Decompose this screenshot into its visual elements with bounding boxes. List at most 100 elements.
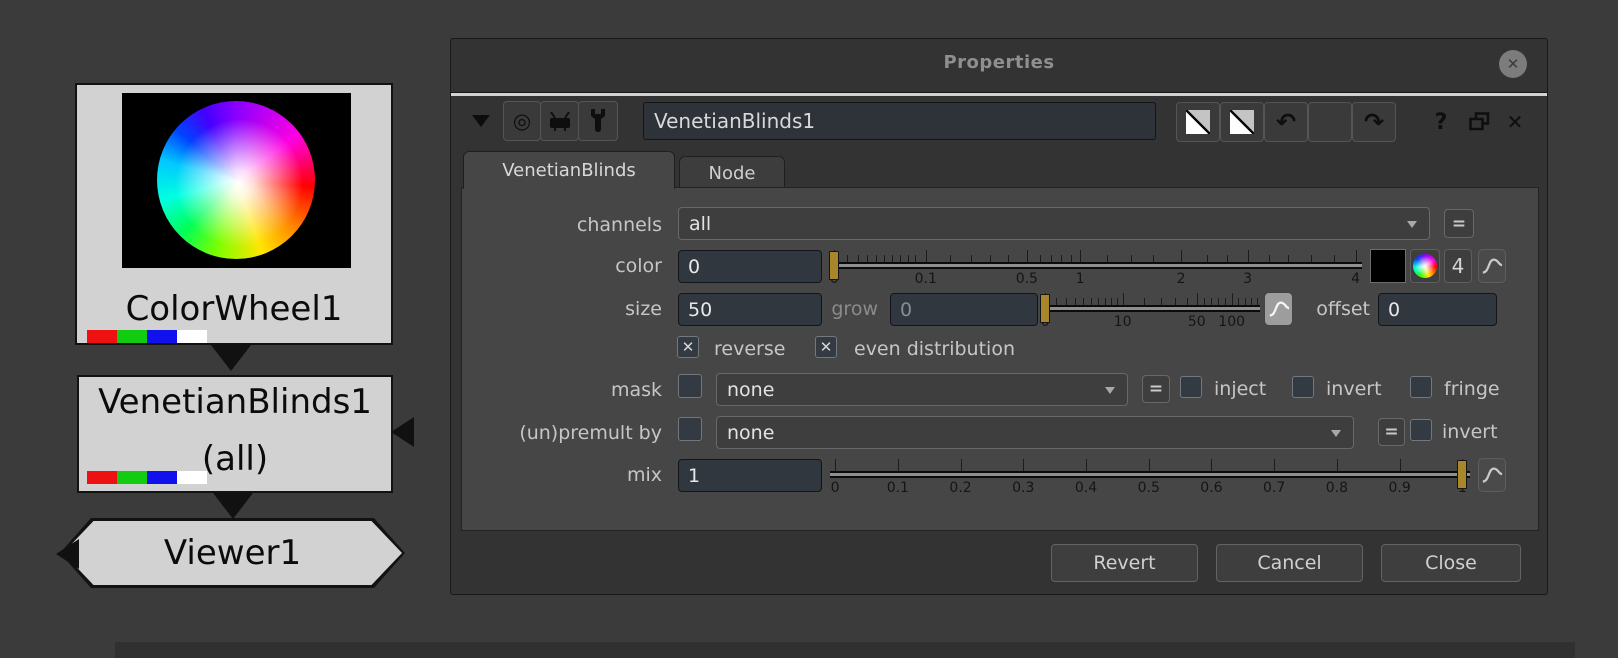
node-name-input[interactable] <box>643 102 1156 140</box>
mix-slider[interactable]: 00.10.20.30.40.50.60.70.80.91 <box>830 453 1470 497</box>
mix-animation-button[interactable] <box>1478 458 1506 492</box>
settings-wrench-button[interactable] <box>578 101 618 141</box>
node-menu-button[interactable] <box>461 101 501 141</box>
slider-tick <box>1122 293 1124 305</box>
color-swatch[interactable] <box>1370 249 1406 283</box>
channels-equals-button[interactable]: = <box>1444 209 1474 238</box>
undo-button[interactable]: ↶ <box>1264 102 1308 142</box>
slider-tick <box>1287 255 1289 262</box>
slider-tick-label: 0.2 <box>949 480 972 496</box>
premult-invert-checkbox[interactable] <box>1410 419 1432 441</box>
monitor-output-button[interactable] <box>540 101 579 141</box>
parameters-panel: channels all = color 0 0.1 0.5 1 2 3 4 4 <box>461 187 1539 531</box>
tab-node[interactable]: Node <box>679 156 785 189</box>
close-panel-button[interactable]: ✕ <box>1501 105 1529 139</box>
slider-tick <box>1050 255 1052 262</box>
channel-chip <box>177 471 207 484</box>
color-wheel-button[interactable] <box>1410 249 1440 283</box>
float-panel-button[interactable] <box>1469 112 1493 134</box>
slider-handle[interactable] <box>1457 460 1468 489</box>
slider-tick <box>1355 250 1357 262</box>
connector-arrow-down <box>213 493 253 519</box>
node-viewer[interactable]: Viewer1 <box>60 518 405 588</box>
close-button[interactable]: Close <box>1381 544 1521 582</box>
node-venetianblinds[interactable]: VenetianBlinds1 (all) <box>77 375 393 493</box>
slider-tick <box>1226 255 1228 262</box>
slider-tick <box>1144 298 1146 305</box>
slider-tick <box>915 255 917 262</box>
tab-venetianblinds[interactable]: VenetianBlinds <box>463 151 675 189</box>
color-sample-count-button[interactable]: 4 <box>1444 249 1472 283</box>
mask-input-arrow[interactable] <box>391 417 414 447</box>
premult-equals-button[interactable]: = <box>1378 418 1405 446</box>
invert-mask-checkbox[interactable] <box>1292 376 1314 398</box>
node-colorwheel[interactable]: ColorWheel1 <box>75 83 393 345</box>
spacer-button[interactable] <box>1308 102 1352 142</box>
even-distribution-checkbox[interactable]: ✕ <box>815 336 837 358</box>
slider-tick <box>1008 255 1010 262</box>
slider-tick <box>1203 298 1205 305</box>
channels-value: all <box>689 212 712 235</box>
slider-tick-label: 0.3 <box>1012 480 1035 496</box>
slider-tick <box>1238 298 1240 305</box>
channels-a-button[interactable] <box>1176 102 1220 142</box>
mask-dropdown[interactable]: none <box>716 373 1128 406</box>
cancel-button[interactable]: Cancel <box>1216 544 1363 582</box>
window-close-button[interactable]: ✕ <box>1499 50 1527 78</box>
slider-tick <box>970 255 972 262</box>
header-separator <box>451 92 1547 96</box>
mix-input[interactable] <box>678 459 822 492</box>
slider-handle[interactable] <box>829 251 840 280</box>
premult-value: none <box>727 421 775 444</box>
color-input[interactable] <box>678 250 822 283</box>
slider-tick <box>949 255 951 262</box>
color-animation-button[interactable] <box>1478 249 1506 283</box>
slider-tick <box>1336 459 1338 471</box>
channels-dropdown[interactable]: all <box>678 207 1430 240</box>
slider-track[interactable] <box>830 262 1362 269</box>
invert-mask-label: invert <box>1326 378 1382 400</box>
diagonal-swatch-icon <box>1230 110 1254 134</box>
slider-tick <box>1274 459 1276 471</box>
slider-tick <box>1074 298 1076 305</box>
slider-tick <box>1311 255 1313 262</box>
redo-button[interactable]: ↷ <box>1352 102 1396 142</box>
slider-tick-label: 1 <box>1075 271 1085 287</box>
grow-input[interactable] <box>890 293 1038 326</box>
slider-tick-label: 2 <box>1176 271 1186 287</box>
inject-checkbox[interactable] <box>1180 376 1202 398</box>
slider-handle[interactable] <box>1040 294 1051 323</box>
slider-tick <box>1174 298 1176 305</box>
slider-track[interactable] <box>830 471 1470 478</box>
mask-label: mask <box>610 379 662 401</box>
offset-input[interactable] <box>1378 293 1497 326</box>
center-node-button[interactable]: ◎ <box>503 101 541 141</box>
mask-checkbox[interactable] <box>678 374 702 398</box>
slider-tick <box>1104 298 1106 305</box>
grow-slider[interactable]: 01050100 <box>1040 287 1260 331</box>
slider-tick <box>907 255 909 262</box>
premult-dropdown[interactable]: none <box>716 416 1354 449</box>
mix-label: mix <box>626 464 662 486</box>
reverse-checkbox[interactable]: ✕ <box>677 336 699 358</box>
channel-chip <box>147 330 177 343</box>
chevron-down-icon <box>1407 220 1417 228</box>
slider-track[interactable] <box>1042 305 1260 312</box>
grow-animation-button[interactable] <box>1264 292 1293 326</box>
color-slider[interactable]: 00.10.51234 <box>829 244 1362 288</box>
channels-b-button[interactable] <box>1220 102 1264 142</box>
fringe-checkbox[interactable] <box>1410 376 1432 398</box>
channels-label: channels <box>576 214 662 236</box>
viewer-input-arrow[interactable] <box>56 539 79 569</box>
premult-checkbox[interactable] <box>678 417 702 441</box>
grow-label: grow <box>831 298 878 320</box>
slider-tick-label: 3 <box>1243 271 1253 287</box>
slider-tick <box>960 459 962 471</box>
slider-tick <box>1040 255 1042 262</box>
inject-label: inject <box>1214 378 1267 400</box>
slider-tick <box>1090 298 1092 305</box>
size-label: size <box>625 298 662 320</box>
help-button[interactable]: ? <box>1426 105 1456 139</box>
revert-button[interactable]: Revert <box>1051 544 1198 582</box>
mask-equals-button[interactable]: = <box>1142 375 1170 403</box>
